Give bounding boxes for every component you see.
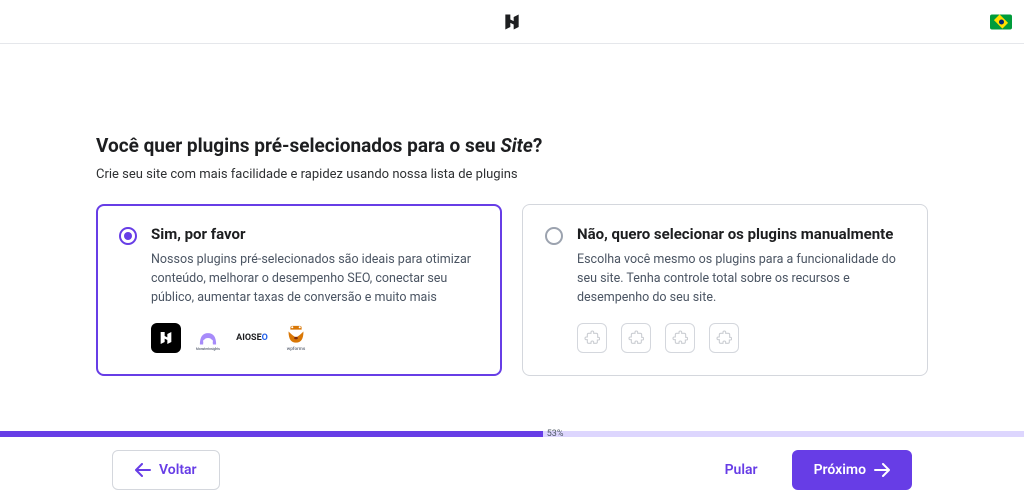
plugin-empty-row bbox=[577, 323, 905, 353]
plugin-hostinger-icon bbox=[151, 323, 181, 353]
radio-icon bbox=[119, 227, 137, 245]
next-button[interactable]: Próximo bbox=[792, 450, 912, 490]
back-button-label: Voltar bbox=[159, 462, 197, 478]
plugin-placeholder-icon bbox=[709, 323, 739, 353]
next-button-label: Próximo bbox=[814, 462, 866, 478]
option-no-body: Não, quero selecionar os plugins manualm… bbox=[577, 225, 905, 353]
plugin-placeholder-icon bbox=[665, 323, 695, 353]
page-title-suffix: ? bbox=[533, 134, 542, 157]
option-yes-title: Sim, por favor bbox=[151, 225, 479, 243]
option-no-desc: Escolha você mesmo os plugins para a fun… bbox=[577, 251, 905, 307]
footer-right: Pular Próximo bbox=[725, 450, 912, 490]
page-title-emphasis: Site bbox=[500, 134, 532, 157]
brand-logo bbox=[501, 11, 523, 33]
back-button[interactable]: Voltar bbox=[112, 450, 220, 490]
options-row: Sim, por favor Nossos plugins pré-seleci… bbox=[96, 204, 928, 376]
header bbox=[0, 0, 1024, 44]
plugin-aioseo-icon: AIOSEO bbox=[235, 323, 269, 353]
page-title-prefix: Você quer plugins pré-selecionados para … bbox=[96, 134, 500, 157]
skip-button[interactable]: Pular bbox=[725, 462, 758, 478]
arrow-right-icon bbox=[874, 463, 890, 477]
svg-text:wpforms: wpforms bbox=[287, 346, 306, 352]
skip-button-label: Pular bbox=[725, 462, 758, 478]
arrow-left-icon bbox=[135, 463, 151, 477]
page-title: Você quer plugins pré-selecionados para … bbox=[96, 134, 928, 157]
page-subtitle: Crie seu site com mais facilidade e rapi… bbox=[96, 167, 928, 182]
plugin-wpforms-icon: wpforms bbox=[279, 323, 313, 353]
plugin-preview-row: MonsterInsights AIOSEO wpform bbox=[151, 323, 479, 353]
plugin-placeholder-icon bbox=[621, 323, 651, 353]
svg-text:MonsterInsights: MonsterInsights bbox=[196, 347, 220, 351]
option-no-card[interactable]: Não, quero selecionar os plugins manualm… bbox=[522, 204, 928, 376]
radio-icon bbox=[545, 227, 563, 245]
plugin-monsterinsights-icon: MonsterInsights bbox=[191, 323, 225, 353]
plugin-placeholder-icon bbox=[577, 323, 607, 353]
option-yes-desc: Nossos plugins pré-selecionados são idea… bbox=[151, 251, 479, 307]
main-content: Você quer plugins pré-selecionados para … bbox=[0, 44, 1024, 376]
option-yes-card[interactable]: Sim, por favor Nossos plugins pré-seleci… bbox=[96, 204, 502, 376]
locale-flag-icon[interactable] bbox=[990, 14, 1012, 29]
footer: Voltar Pular Próximo bbox=[0, 437, 1024, 503]
option-yes-body: Sim, por favor Nossos plugins pré-seleci… bbox=[151, 225, 479, 353]
option-no-title: Não, quero selecionar os plugins manualm… bbox=[577, 225, 905, 243]
